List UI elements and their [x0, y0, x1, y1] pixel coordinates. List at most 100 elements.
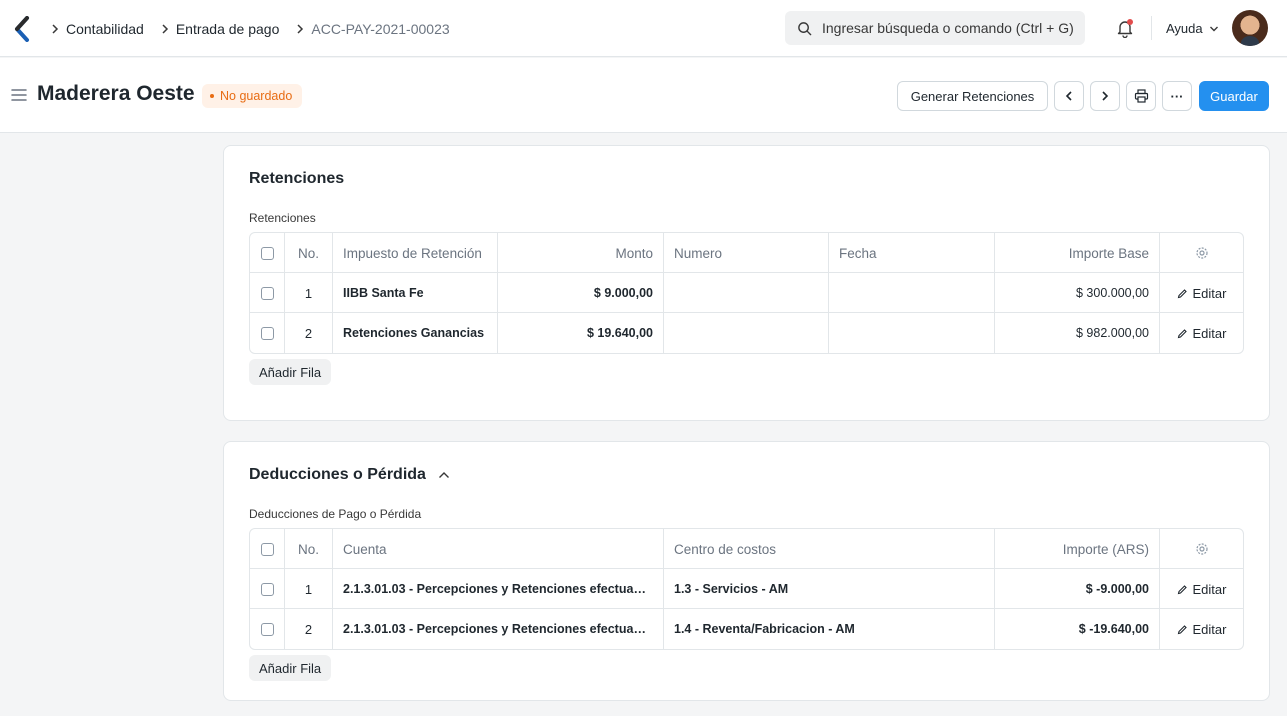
chevron-right-icon: [1102, 91, 1109, 101]
gear-icon[interactable]: [1195, 246, 1209, 260]
gear-icon[interactable]: [1195, 542, 1209, 556]
select-all-checkbox[interactable]: [260, 542, 274, 556]
add-row-button[interactable]: Añadir Fila: [249, 359, 332, 385]
breadcrumb-current-document: ACC-PAY-2021-00023: [311, 20, 450, 37]
deducciones-header[interactable]: Deducciones o Pérdida: [249, 466, 450, 484]
status-dot: [210, 94, 214, 98]
cell-importe[interactable]: $ -9.000,00: [995, 569, 1160, 609]
cell-numero[interactable]: [664, 313, 829, 353]
chevron-up-icon[interactable]: [438, 471, 450, 479]
breadcrumb-contabilidad[interactable]: Contabilidad: [66, 21, 144, 37]
edit-row-cell: Editar: [1160, 569, 1243, 609]
printer-icon: [1134, 89, 1148, 103]
cell-no: 1: [285, 273, 333, 313]
col-cuenta: Cuenta: [333, 529, 664, 569]
cell-fecha[interactable]: [829, 273, 995, 313]
column-settings-cell: [1160, 233, 1243, 273]
col-no: No.: [285, 233, 333, 273]
cell-importe-base[interactable]: $ 982.000,00: [995, 313, 1160, 353]
pencil-icon: [1177, 288, 1187, 298]
select-all-checkbox[interactable]: [260, 246, 274, 260]
deducciones-field-label: Deducciones de Pago o Pérdida: [249, 507, 422, 521]
edit-row-button[interactable]: Editar: [1177, 285, 1227, 301]
col-importe-base: Importe Base: [995, 233, 1160, 273]
pencil-icon: [1177, 624, 1187, 634]
cell-impuesto[interactable]: IIBB Santa Fe: [333, 273, 498, 313]
cell-cuenta[interactable]: 2.1.3.01.03 - Percepciones y Retenciones…: [333, 609, 664, 649]
cell-no: 2: [285, 313, 333, 353]
col-centro-de-costos: Centro de costos: [664, 529, 995, 569]
generate-retenciones-button[interactable]: Generar Retenciones: [897, 81, 1048, 111]
chevron-left-icon: [1065, 91, 1072, 101]
avatar[interactable]: [1232, 10, 1268, 46]
edit-row-button[interactable]: Editar: [1177, 581, 1227, 597]
search-icon: [798, 21, 812, 35]
pencil-icon: [1177, 328, 1187, 338]
table-header-row: No. Cuenta Centro de costos Importe (ARS…: [250, 529, 1243, 569]
col-monto: Monto: [498, 233, 664, 273]
row-select-cell: [250, 569, 285, 609]
cell-cuenta[interactable]: 2.1.3.01.03 - Percepciones y Retenciones…: [333, 569, 664, 609]
cell-no: 2: [285, 609, 333, 649]
breadcrumb-entrada-de-pago[interactable]: Entrada de pago: [176, 21, 280, 37]
table-row[interactable]: 1 IIBB Santa Fe $ 9.000,00 $ 300.000,00 …: [250, 273, 1243, 313]
more-actions-button[interactable]: ···: [1162, 81, 1192, 111]
edit-row-button[interactable]: Editar: [1177, 325, 1227, 341]
app-logo-icon[interactable]: [14, 16, 30, 42]
chevron-down-icon: [1209, 26, 1218, 31]
table-row[interactable]: 2 Retenciones Ganancias $ 19.640,00 $ 98…: [250, 313, 1243, 353]
row-checkbox[interactable]: [260, 286, 274, 300]
cell-importe-base[interactable]: $ 300.000,00: [995, 273, 1160, 313]
help-label: Ayuda: [1166, 21, 1203, 36]
help-dropdown[interactable]: Ayuda: [1166, 0, 1219, 57]
edit-row-cell: Editar: [1160, 609, 1243, 649]
col-no: No.: [285, 529, 333, 569]
page-header: Maderera Oeste No guardado Generar Reten…: [0, 58, 1287, 133]
print-button[interactable]: [1126, 81, 1156, 111]
row-checkbox[interactable]: [260, 326, 274, 340]
edit-row-button[interactable]: Editar: [1177, 622, 1226, 637]
cell-monto[interactable]: $ 19.640,00: [498, 313, 664, 353]
next-document-button[interactable]: [1090, 81, 1120, 111]
previous-document-button[interactable]: [1054, 81, 1084, 111]
cell-fecha[interactable]: [829, 313, 995, 353]
row-checkbox[interactable]: [260, 582, 274, 596]
row-checkbox[interactable]: [260, 622, 274, 636]
row-select-cell: [250, 609, 285, 649]
deducciones-title: Deducciones o Pérdida: [249, 466, 426, 483]
edit-label: Editar: [1192, 581, 1227, 597]
table-row[interactable]: 2 2.1.3.01.03 - Percepciones y Retencion…: [250, 609, 1243, 649]
edit-label: Editar: [1192, 325, 1227, 341]
cell-centro-de-costos[interactable]: 1.4 - Reventa/Fabricacion - AM: [664, 609, 995, 649]
retenciones-table: No. Impuesto de Retención Monto Numero F…: [249, 232, 1244, 354]
cell-monto[interactable]: $ 9.000,00: [498, 273, 664, 313]
cell-centro-de-costos[interactable]: 1.3 - Servicios - AM: [664, 569, 995, 609]
save-button[interactable]: Guardar: [1199, 81, 1269, 111]
table-header-row: No. Impuesto de Retención Monto Numero F…: [250, 233, 1243, 273]
search-bar[interactable]: Ingresar búsqueda o comando (Ctrl + G): [785, 11, 1085, 45]
edit-label: Editar: [1192, 285, 1227, 301]
row-select-cell: [250, 273, 285, 313]
hamburger-menu-icon[interactable]: [11, 88, 27, 102]
column-settings-cell: [1160, 529, 1243, 569]
col-numero: Numero: [664, 233, 829, 273]
col-importe: Importe (ARS): [995, 529, 1160, 569]
pencil-icon: [1177, 584, 1187, 594]
breadcrumb: Contabilidad Entrada de pago ACC-PAY-202…: [46, 0, 462, 57]
cell-impuesto[interactable]: Retenciones Ganancias: [333, 313, 498, 353]
chevron-right-icon: [46, 23, 64, 35]
status-badge: No guardado: [202, 84, 303, 108]
chevron-right-icon: [291, 23, 309, 35]
cuenta-text: 2.1.3.01.03 - Percepciones y Retenciones…: [343, 582, 653, 596]
table-row[interactable]: 1 2.1.3.01.03 - Percepciones y Retencion…: [250, 569, 1243, 609]
cuenta-text: 2.1.3.01.03 - Percepciones y Retenciones…: [343, 622, 653, 636]
cell-numero[interactable]: [664, 273, 829, 313]
chevron-right-icon: [156, 23, 174, 35]
retenciones-title: Retenciones: [249, 170, 345, 187]
select-all-cell: [250, 233, 285, 273]
add-row-button[interactable]: Añadir Fila: [249, 655, 332, 681]
search-placeholder: Ingresar búsqueda o comando (Ctrl + G): [822, 20, 1074, 36]
col-impuesto: Impuesto de Retención: [333, 233, 498, 273]
cell-importe[interactable]: $ -19.640,00: [995, 609, 1160, 649]
edit-row-cell: Editar: [1160, 313, 1243, 353]
